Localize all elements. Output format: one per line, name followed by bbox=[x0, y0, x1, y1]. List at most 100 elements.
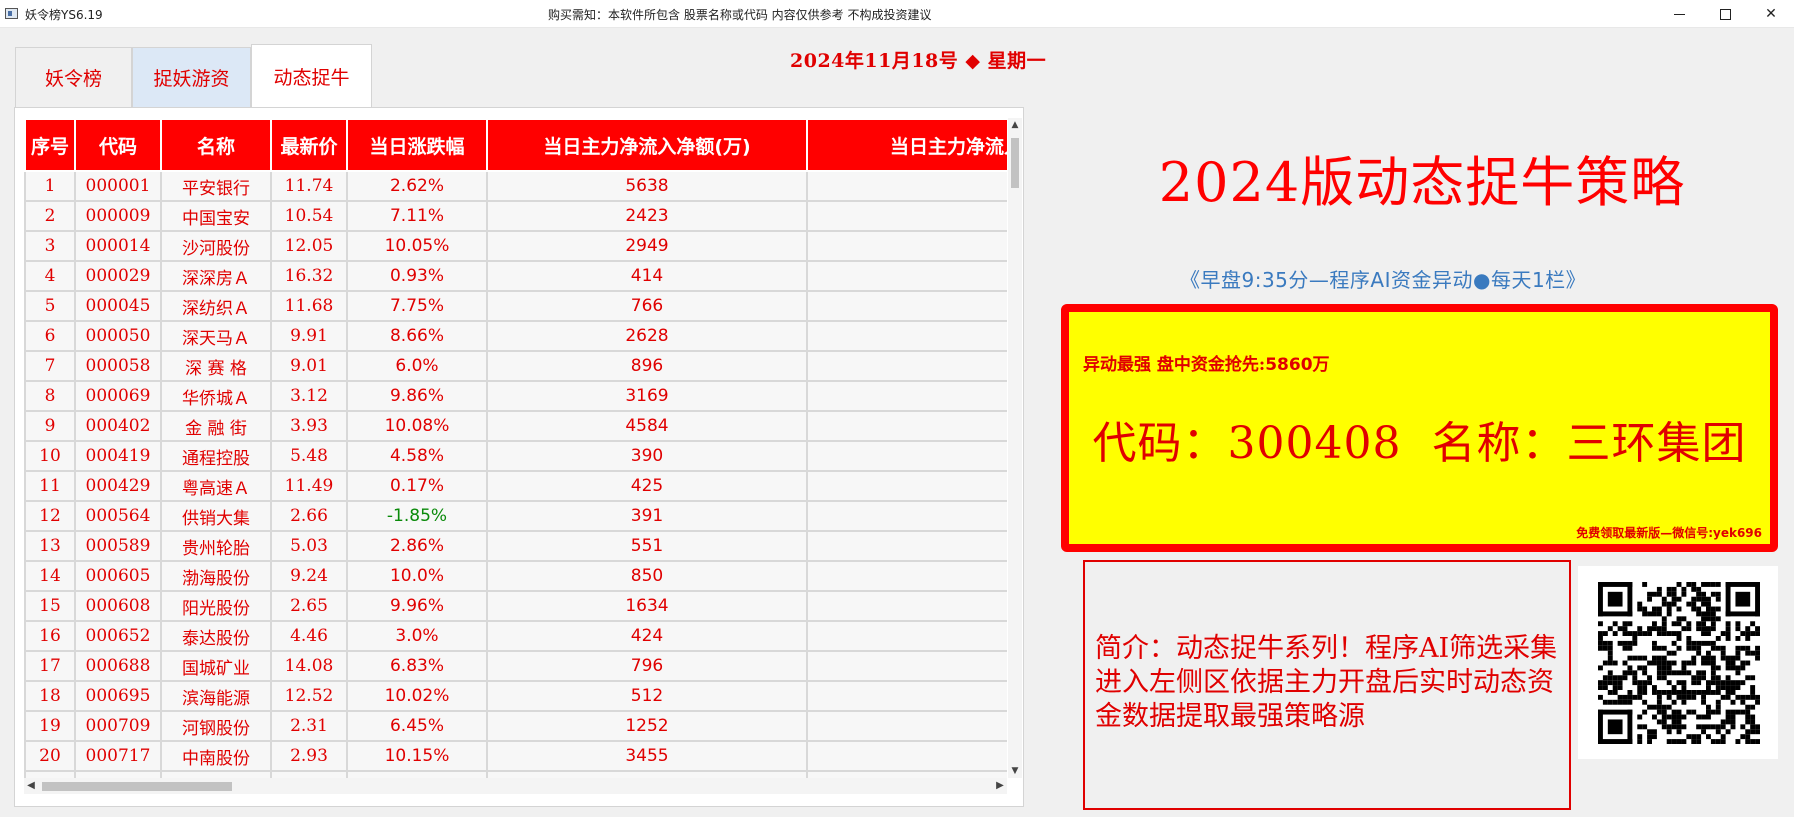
cell-change: 7.75% bbox=[346, 290, 488, 322]
table-row[interactable]: 10000419通程控股5.484.58%39021.93% bbox=[24, 440, 1007, 472]
cell-net-inflow: 425 bbox=[486, 470, 808, 502]
qr-module bbox=[1725, 636, 1731, 641]
close-button[interactable]: ✕ bbox=[1748, 0, 1794, 28]
column-header[interactable]: 序号 bbox=[24, 118, 76, 172]
strategy-title: 2024版动态捉牛策略 bbox=[1158, 151, 1686, 214]
column-header[interactable]: 当日主力净流入净 bbox=[806, 118, 1007, 172]
qr-module bbox=[1715, 616, 1721, 622]
scroll-down-icon[interactable]: ▼ bbox=[1008, 764, 1022, 778]
scroll-right-icon[interactable]: ▶ bbox=[993, 778, 1007, 794]
cell-index: 9 bbox=[24, 410, 76, 442]
table-row[interactable]: 3000014沙河股份12.0510.05%294934.09% bbox=[24, 230, 1007, 262]
table-row[interactable]: 13000589贵州轮胎5.032.86%55110.64% bbox=[24, 530, 1007, 562]
qr-module bbox=[1730, 655, 1736, 661]
qr-finder bbox=[1725, 582, 1731, 617]
qr-module bbox=[1607, 660, 1613, 666]
qr-module bbox=[1681, 665, 1687, 671]
qr-finder bbox=[1598, 582, 1603, 617]
qr-module bbox=[1642, 670, 1648, 676]
qr-module bbox=[1666, 591, 1672, 597]
table-row[interactable]: 8000069华侨城Ａ3.129.86%316924.05% bbox=[24, 380, 1007, 412]
table-row[interactable]: 20000717中南股份2.9310.15%345538.7% bbox=[24, 740, 1007, 772]
tab-zhuoyao-youzi[interactable]: 捉妖游资 bbox=[132, 47, 251, 107]
cell-change: 6.83% bbox=[346, 650, 488, 682]
table-row[interactable]: 2000009中国宝安10.547.11%242317.56% bbox=[24, 200, 1007, 232]
qr-module bbox=[1735, 685, 1741, 690]
qr-module bbox=[1706, 601, 1711, 607]
horizontal-scrollbar[interactable]: ◀ ▶ bbox=[24, 778, 1007, 794]
qr-module bbox=[1666, 611, 1672, 617]
qr-finder bbox=[1725, 611, 1760, 617]
qr-module bbox=[1691, 640, 1697, 646]
qr-module bbox=[1652, 606, 1657, 612]
qr-module bbox=[1706, 631, 1711, 636]
column-header[interactable]: 当日主力净流入净额(万) bbox=[486, 118, 808, 172]
cell-net-inflow: 551 bbox=[486, 770, 808, 778]
qr-module bbox=[1656, 694, 1662, 700]
qr-module bbox=[1612, 621, 1618, 627]
table-row[interactable]: 17000688国城矿业14.086.83%79610.88% bbox=[24, 650, 1007, 682]
table-row[interactable]: 15000608阳光股份2.659.96%163431.47% bbox=[24, 590, 1007, 622]
table-row[interactable]: 1000001平安银行11.742.62%563817.23% bbox=[24, 170, 1007, 202]
cell-net-inflow: 796 bbox=[486, 650, 808, 682]
cell-inflow-ratio: 10.88% bbox=[806, 650, 1007, 682]
qr-module bbox=[1750, 650, 1756, 656]
minimize-button[interactable] bbox=[1656, 0, 1702, 28]
scroll-up-icon[interactable]: ▲ bbox=[1008, 118, 1022, 132]
qr-module bbox=[1607, 675, 1613, 681]
qr-module bbox=[1701, 631, 1706, 636]
qr-module bbox=[1661, 709, 1667, 715]
cell-net-inflow: 3169 bbox=[486, 380, 808, 412]
vertical-scroll-thumb[interactable] bbox=[1011, 138, 1019, 188]
table-row[interactable]: 21000736Ａ6.634.74%55133.0% bbox=[24, 770, 1007, 778]
highlight-amount: 5860 bbox=[1265, 355, 1313, 375]
stock-table: 序号代码名称最新价当日涨跌幅当日主力净流入净额(万)当日主力净流入净 10000… bbox=[24, 118, 1007, 778]
tab-dongtai-zhuoniu[interactable]: 动态捉牛 bbox=[251, 44, 372, 107]
qr-module bbox=[1725, 690, 1731, 695]
scroll-left-icon[interactable]: ◀ bbox=[24, 778, 38, 794]
qr-module bbox=[1740, 680, 1746, 686]
qr-module bbox=[1735, 665, 1741, 671]
table-row[interactable]: 19000709河钢股份2.316.45%125215.62% bbox=[24, 710, 1007, 742]
qr-module bbox=[1701, 591, 1706, 597]
table-row[interactable]: 18000695滨海能源12.5210.02%5127.59% bbox=[24, 680, 1007, 712]
qr-module bbox=[1686, 694, 1692, 700]
qr-module bbox=[1720, 719, 1726, 725]
qr-module bbox=[1607, 670, 1613, 676]
vertical-scrollbar[interactable]: ▲ ▼ bbox=[1008, 118, 1022, 778]
table-row[interactable]: 12000564供销大集2.66-1.85%3911.55% bbox=[24, 500, 1007, 532]
table-row[interactable]: 11000429粤高速Ａ11.490.17%42524.39% bbox=[24, 470, 1007, 502]
table-row[interactable]: 7000058深 赛 格9.016.0%89613.78% bbox=[24, 350, 1007, 382]
table-row[interactable]: 5000045深纺织Ａ11.687.75%7669.04% bbox=[24, 290, 1007, 322]
qr-module bbox=[1666, 714, 1672, 720]
maximize-button[interactable] bbox=[1702, 0, 1748, 28]
qr-module bbox=[1666, 606, 1672, 612]
qr-module bbox=[1720, 724, 1726, 730]
qr-module bbox=[1656, 591, 1662, 597]
qr-module bbox=[1627, 670, 1633, 676]
cell-inflow-ratio: 21.93% bbox=[806, 440, 1007, 472]
table-row[interactable]: 16000652泰达股份4.463.0%42418.4% bbox=[24, 620, 1007, 652]
qr-module bbox=[1696, 586, 1702, 592]
table-row[interactable]: 4000029深深房Ａ16.320.93%41419.51% bbox=[24, 260, 1007, 292]
qr-module bbox=[1602, 699, 1608, 705]
cell-name: 平安银行 bbox=[160, 170, 272, 202]
table-row[interactable]: 14000605渤海股份9.2410.0%8508.25% bbox=[24, 560, 1007, 592]
column-header[interactable]: 代码 bbox=[74, 118, 162, 172]
cell-price: 2.66 bbox=[270, 500, 348, 532]
table-row[interactable]: 9000402金 融 街3.9310.08%458427.29% bbox=[24, 410, 1007, 442]
column-header[interactable]: 当日涨跌幅 bbox=[346, 118, 488, 172]
column-header[interactable]: 名称 bbox=[160, 118, 272, 172]
column-header[interactable]: 最新价 bbox=[270, 118, 348, 172]
horizontal-scroll-thumb[interactable] bbox=[42, 782, 232, 791]
qr-module bbox=[1627, 621, 1633, 627]
table-row[interactable]: 6000050深天马Ａ9.918.66%262813.23% bbox=[24, 320, 1007, 352]
qr-module bbox=[1681, 660, 1687, 666]
qr-module bbox=[1622, 675, 1628, 681]
qr-module bbox=[1637, 724, 1643, 730]
qr-module bbox=[1652, 685, 1657, 690]
tab-yaolingbang[interactable]: 妖令榜 bbox=[15, 47, 132, 107]
cell-inflow-ratio: 38.7% bbox=[806, 740, 1007, 772]
qr-module bbox=[1710, 616, 1716, 622]
qr-module bbox=[1710, 640, 1716, 646]
